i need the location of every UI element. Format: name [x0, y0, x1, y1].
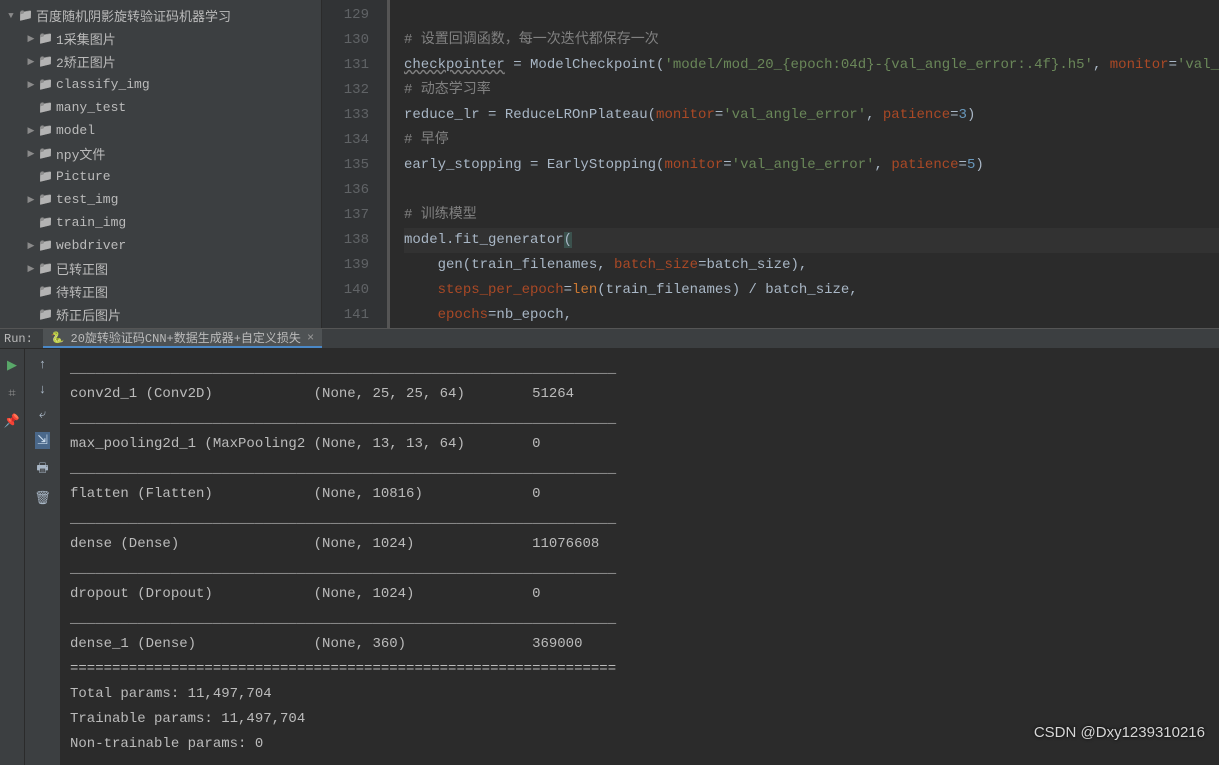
code-editor[interactable]: 129130131132133134135136137138139140141 …: [322, 0, 1219, 328]
folder-icon: [38, 307, 56, 322]
debug-icon[interactable]: ⌗: [4, 385, 20, 401]
tree-item-label: 2矫正图片: [56, 52, 116, 71]
editor-code[interactable]: # 设置回调函数，每一次迭代都保存一次checkpointer = ModelC…: [390, 0, 1219, 328]
pin-icon[interactable]: 📌: [4, 413, 20, 429]
run-tab[interactable]: 20旋转验证码CNN+数据生成器+自定义损失 ×: [43, 329, 322, 348]
project-tree[interactable]: 百度随机阴影旋转验证码机器学习 1采集图片 2矫正图片 classify_imgma…: [0, 0, 322, 328]
tree-item-label: 待转正图: [56, 282, 108, 301]
down-icon[interactable]: ↓: [39, 382, 47, 397]
chevron-right-icon[interactable]: [24, 34, 38, 44]
print-icon[interactable]: 🖶: [36, 459, 48, 481]
folder-icon: [38, 284, 56, 299]
tree-root[interactable]: 百度随机阴影旋转验证码机器学习: [0, 4, 321, 27]
tree-item[interactable]: 已转正图: [0, 257, 321, 280]
tree-item[interactable]: 1采集图片: [0, 27, 321, 50]
tree-item[interactable]: webdriver: [0, 234, 321, 257]
tree-root-label: 百度随机阴影旋转验证码机器学习: [36, 6, 231, 25]
run-tool-column-left: ▶ ⌗ 📌: [0, 349, 24, 765]
tree-item-label: Picture: [56, 169, 111, 184]
folder-icon: [38, 261, 56, 276]
tree-item-label: 已转正图: [56, 259, 108, 278]
run-label: Run:: [0, 332, 43, 346]
scroll-icon[interactable]: ⇲: [35, 432, 50, 449]
tree-item[interactable]: npy文件: [0, 142, 321, 165]
tree-item[interactable]: model: [0, 119, 321, 142]
up-icon[interactable]: ↑: [39, 357, 47, 372]
close-icon[interactable]: ×: [307, 331, 314, 345]
tree-item-label: test_img: [56, 192, 118, 207]
folder-icon: [38, 54, 56, 69]
folder-icon: [38, 100, 56, 115]
editor-gutter: 129130131132133134135136137138139140141: [322, 0, 390, 328]
tree-item[interactable]: Picture: [0, 165, 321, 188]
tree-item[interactable]: 待转正图: [0, 280, 321, 303]
tree-item[interactable]: test_img: [0, 188, 321, 211]
run-toolbar: Run: 20旋转验证码CNN+数据生成器+自定义损失 ×: [0, 328, 1219, 349]
wrap-icon[interactable]: ⤶: [39, 407, 46, 422]
folder-icon: [38, 192, 56, 207]
tree-item-label: webdriver: [56, 238, 126, 253]
trash-icon[interactable]: 🗑: [34, 491, 51, 506]
tree-item-label: train_img: [56, 215, 126, 230]
chevron-right-icon[interactable]: [24, 126, 38, 136]
run-tab-label: 20旋转验证码CNN+数据生成器+自定义损失: [71, 329, 301, 346]
chevron-right-icon[interactable]: [24, 195, 38, 205]
chevron-right-icon[interactable]: [24, 264, 38, 274]
tree-item[interactable]: classify_img: [0, 73, 321, 96]
folder-icon: [38, 215, 56, 230]
folder-icon: [38, 31, 56, 46]
tree-item-label: 1采集图片: [56, 29, 116, 48]
tree-item[interactable]: many_test: [0, 96, 321, 119]
folder-icon: [38, 238, 56, 253]
chevron-right-icon[interactable]: [24, 57, 38, 67]
tree-item-label: npy文件: [56, 144, 105, 163]
chevron-right-icon[interactable]: [24, 149, 38, 159]
tree-item[interactable]: 2矫正图片: [0, 50, 321, 73]
tree-item[interactable]: 矫正后图片: [0, 303, 321, 326]
tree-item-label: classify_img: [56, 77, 150, 92]
play-icon[interactable]: ▶: [4, 357, 20, 373]
python-icon: [51, 331, 65, 345]
folder-icon: [38, 77, 56, 92]
chevron-right-icon[interactable]: [24, 80, 38, 90]
folder-icon: [38, 169, 56, 184]
chevron-right-icon[interactable]: [24, 241, 38, 251]
chevron-down-icon[interactable]: [4, 11, 18, 21]
watermark: CSDN @Dxy1239310216: [1034, 724, 1205, 741]
tree-item[interactable]: train_img: [0, 211, 321, 234]
tree-item-label: model: [56, 123, 95, 138]
tree-item-label: many_test: [56, 100, 126, 115]
folder-icon: [38, 123, 56, 138]
console-output[interactable]: ________________________________________…: [60, 349, 1219, 765]
folder-icon: [18, 8, 36, 23]
folder-icon: [38, 146, 56, 161]
run-tool-column-2: ↑ ↓ ⤶ ⇲ 🖶 🗑: [24, 349, 60, 765]
tree-item-label: 矫正后图片: [56, 305, 121, 324]
